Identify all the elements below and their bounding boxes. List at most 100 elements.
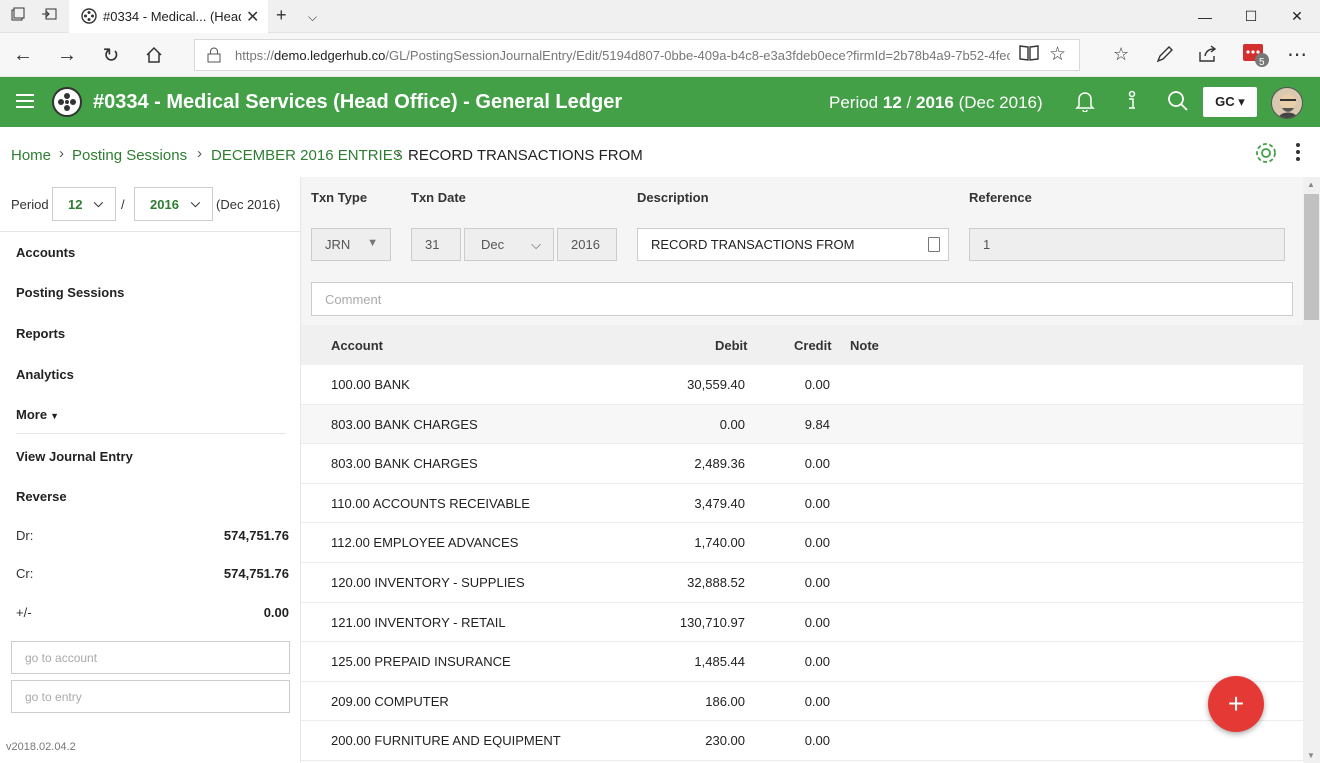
period-month-select[interactable]: 12 ⌵ (52, 187, 116, 221)
go-to-entry-input[interactable]: go to entry (11, 680, 290, 713)
caret-down-icon: ▼ (50, 411, 59, 421)
app-header: #0334 - Medical Services (Head Office) -… (0, 77, 1320, 127)
breadcrumb-posting-sessions[interactable]: Posting Sessions (72, 147, 187, 164)
breadcrumb-separator: › (197, 145, 202, 162)
debit-column-header[interactable]: Debit (715, 338, 748, 353)
comment-input[interactable]: Comment (311, 282, 1293, 316)
close-window-button[interactable]: ✕ (1274, 0, 1320, 33)
breadcrumb-december-entries[interactable]: DECEMBER 2016 ENTRIES (211, 147, 403, 164)
row-debit: 30,559.40 (687, 377, 745, 392)
notification-bell-icon[interactable] (1075, 90, 1095, 118)
sidebar-item-reports[interactable]: Reports (16, 326, 65, 341)
close-tab-icon[interactable]: ✕ (246, 7, 259, 27)
go-to-account-input[interactable]: go to account (11, 641, 290, 674)
row-debit: 32,888.52 (687, 574, 745, 590)
kebab-menu-icon[interactable] (1296, 143, 1300, 163)
home-icon[interactable] (139, 41, 169, 69)
scroll-up-arrow-icon[interactable]: ▲ (1307, 180, 1315, 189)
sidebar-item-more[interactable]: More ▼ (16, 407, 59, 422)
browser-tab[interactable]: #0334 - Medical... (Head ✕ (69, 0, 268, 33)
row-account: 100.00 BANK (331, 377, 410, 392)
scroll-down-arrow-icon[interactable]: ▼ (1307, 751, 1315, 760)
share-icon[interactable] (1198, 44, 1218, 69)
reference-field[interactable]: 1 (969, 228, 1285, 261)
credit-total-label: Cr: (16, 566, 34, 581)
table-row[interactable]: 120.00 INVENTORY - SUPPLIES 32,888.52 0.… (301, 562, 1303, 603)
txn-year-field[interactable]: 2016 (557, 228, 617, 261)
main-scrollbar[interactable]: ▲ ▼ (1303, 177, 1320, 763)
favorite-star-icon[interactable]: ☆ (1049, 43, 1066, 66)
main-content: Txn Type Txn Date Description Reference … (301, 177, 1303, 763)
row-debit: 0.00 (719, 416, 745, 432)
header-period[interactable]: Period 12 / 2016 (Dec 2016) (829, 93, 1043, 113)
document-icon[interactable] (928, 237, 940, 252)
divider (0, 231, 301, 232)
table-row[interactable]: 209.00 COMPUTER 186.00 0.00 (301, 681, 1303, 722)
table-row[interactable]: 110.00 ACCOUNTS RECEIVABLE 3,479.40 0.00 (301, 483, 1303, 524)
address-bar[interactable]: https://demo.ledgerhub.co/GL/PostingSess… (194, 39, 1080, 71)
row-credit: 0.00 (804, 574, 830, 590)
txn-month-select[interactable]: Dec ⌵ (464, 228, 554, 261)
tab-list-chevron-icon[interactable]: ⌵ (308, 10, 317, 25)
description-input[interactable]: RECORD TRANSACTIONS FROM (637, 228, 949, 261)
row-debit: 130,710.97 (679, 614, 745, 630)
hamburger-menu-icon[interactable] (16, 94, 34, 108)
page-title: #0334 - Medical Services (Head Office) -… (93, 91, 623, 113)
row-credit: 0.00 (804, 456, 830, 472)
period-year-select[interactable]: 2016 ⌵ (134, 187, 213, 221)
debit-total-label: Dr: (16, 528, 34, 543)
back-icon[interactable]: ← (8, 41, 38, 69)
user-menu-button[interactable]: GC ▾ (1203, 87, 1257, 117)
app-logo (52, 87, 82, 117)
difference-value: 0.00 (263, 605, 289, 620)
reverse-link[interactable]: Reverse (16, 489, 67, 504)
view-journal-entry-link[interactable]: View Journal Entry (16, 449, 133, 464)
row-credit: 0.00 (804, 733, 830, 749)
app-version: v2018.02.04.2 (6, 741, 76, 753)
refresh-icon[interactable]: ↻ (96, 41, 126, 69)
forward-icon[interactable]: → (52, 41, 82, 69)
table-row[interactable]: 125.00 PREPAID INSURANCE 1,485.44 0.00 (301, 642, 1303, 682)
account-column-header[interactable]: Account (331, 338, 383, 353)
set-tabs-aside-icon[interactable] (41, 7, 57, 25)
txn-year-value: 2016 (571, 237, 600, 252)
maximize-button[interactable]: ☐ (1228, 0, 1274, 33)
favorites-hub-icon[interactable]: ☆ (1113, 44, 1129, 65)
note-column-header[interactable]: Note (850, 338, 879, 353)
breadcrumb-home[interactable]: Home (11, 147, 51, 164)
add-line-button[interactable]: + (1208, 676, 1264, 732)
txn-type-select[interactable]: JRN ▼ (311, 228, 391, 261)
reference-value: 1 (983, 237, 991, 252)
search-icon[interactable] (1167, 90, 1189, 118)
table-row[interactable]: 121.00 INVENTORY - RETAIL 130,710.97 0.0… (301, 602, 1303, 643)
more-menu-icon[interactable]: ⋯ (1287, 42, 1307, 67)
period-month-value: 12 (68, 196, 83, 212)
chevron-down-icon: ⌵ (93, 196, 103, 210)
credit-column-header[interactable]: Credit (794, 338, 832, 353)
sidebar-item-accounts[interactable]: Accounts (16, 245, 75, 260)
table-row[interactable]: 803.00 BANK CHARGES 2,489.36 0.00 (301, 444, 1303, 484)
sidebar-item-posting-sessions[interactable]: Posting Sessions (16, 285, 124, 300)
table-row[interactable]: 200.00 FURNITURE AND EQUIPMENT 230.00 0.… (301, 721, 1303, 761)
table-row[interactable]: 100.00 BANK 30,559.40 0.00 (301, 365, 1303, 405)
browser-toolbar: ← → ↻ https://demo.ledgerhub.co/GL/Posti… (0, 33, 1320, 77)
sidebar-item-analytics[interactable]: Analytics (16, 367, 74, 382)
info-icon[interactable] (1126, 90, 1138, 118)
scrollbar-thumb[interactable] (1304, 194, 1319, 320)
txn-type-value: JRN (325, 237, 351, 252)
extension-icon[interactable] (1242, 42, 1270, 73)
table-row[interactable]: 112.00 EMPLOYEE ADVANCES 1,740.00 0.00 (301, 523, 1303, 563)
minimize-button[interactable]: — (1182, 0, 1228, 33)
avatar[interactable] (1271, 87, 1303, 119)
row-credit: 9.84 (804, 416, 830, 432)
settings-gear-icon[interactable] (1253, 140, 1279, 172)
tab-title: #0334 - Medical... (Head (103, 9, 241, 24)
tab-manager-icon[interactable] (11, 7, 25, 25)
period-year-value: 2016 (150, 196, 179, 212)
caret-down-icon: ▼ (367, 237, 378, 249)
web-note-pen-icon[interactable] (1155, 44, 1175, 69)
reading-view-icon[interactable] (1019, 44, 1039, 67)
txn-day-field[interactable]: 31 (411, 228, 461, 261)
table-row[interactable]: 803.00 BANK CHARGES 0.00 9.84 (301, 404, 1303, 445)
new-tab-icon[interactable]: + (276, 5, 287, 26)
